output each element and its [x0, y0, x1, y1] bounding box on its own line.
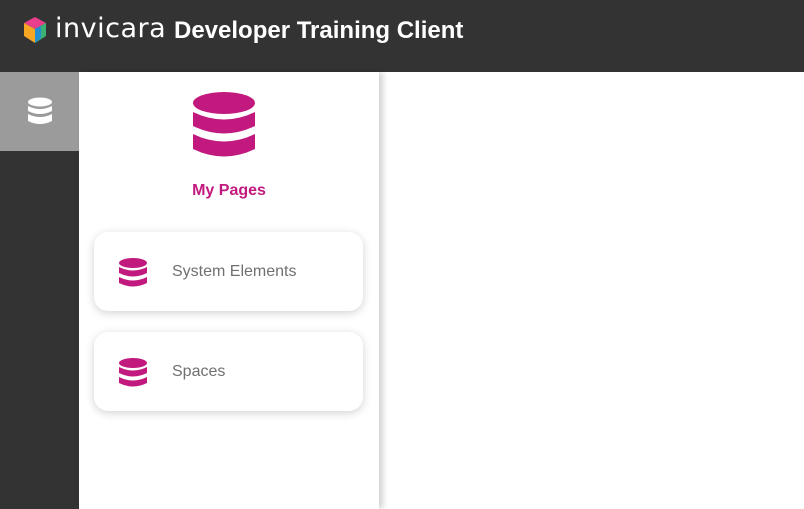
panel-title: My Pages	[192, 182, 266, 199]
rail-item-pages[interactable]	[0, 72, 79, 151]
database-icon	[193, 92, 255, 157]
page-card-spaces[interactable]: Spaces	[94, 332, 363, 411]
database-icon	[27, 97, 52, 124]
pages-panel: My Pages System Elements Spaces	[79, 72, 379, 509]
main-content	[379, 72, 804, 509]
left-nav-rail	[0, 72, 79, 509]
database-icon	[119, 258, 147, 287]
card-label: System Elements	[172, 263, 297, 280]
app-title: Developer Training Client	[174, 17, 464, 44]
app-header: invicara Developer Training Client	[0, 0, 804, 72]
database-icon	[119, 358, 147, 387]
logo-text: invicara	[55, 13, 167, 44]
invicara-logo-icon	[24, 17, 46, 43]
card-label: Spaces	[172, 363, 226, 380]
page-card-system-elements[interactable]: System Elements	[94, 232, 363, 311]
